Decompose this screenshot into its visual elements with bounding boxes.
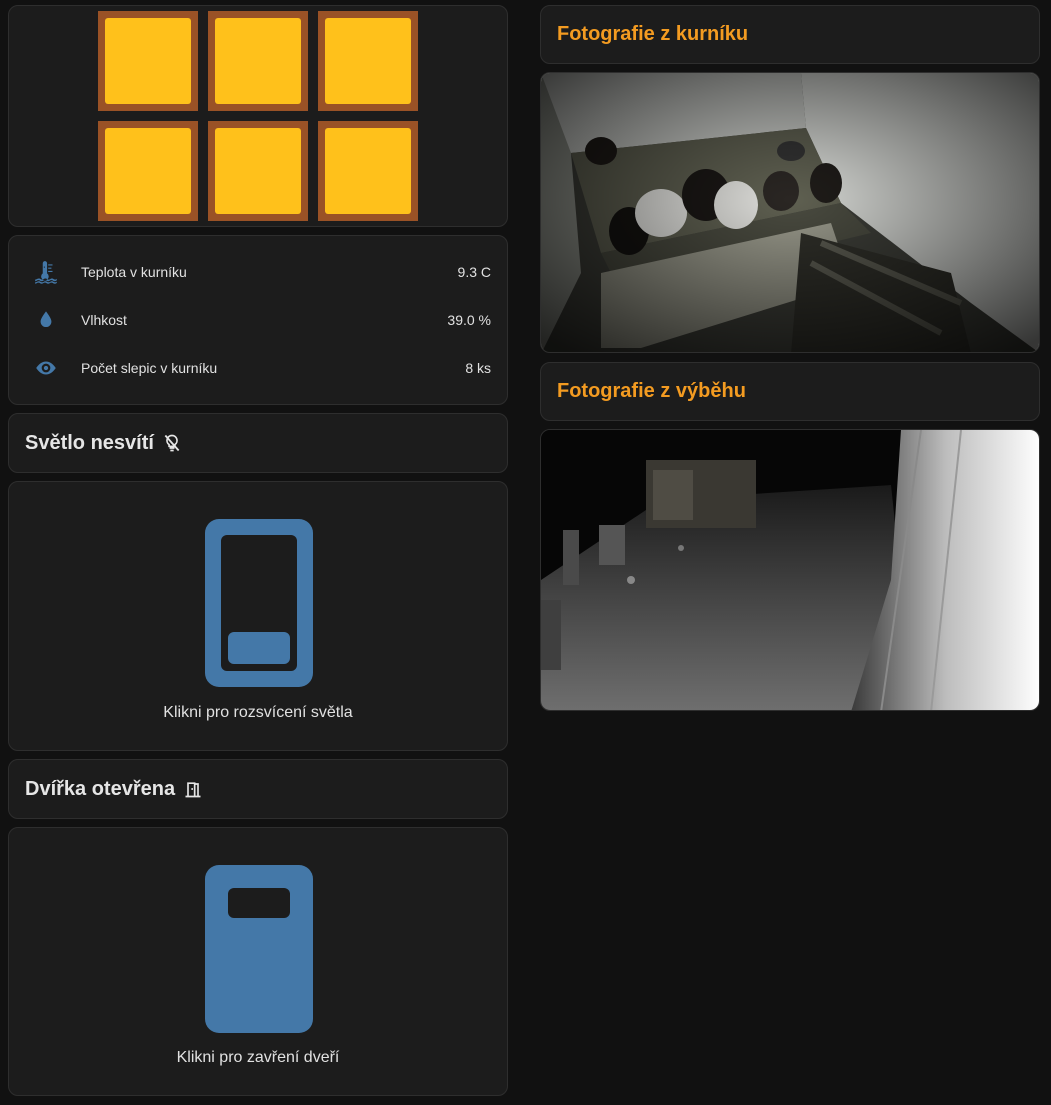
egg-slot [98,121,198,221]
sensor-label: Počet slepic v kurníku [81,360,218,376]
light-switch-off-icon [205,519,313,687]
light-status-title: Světlo nesvítí [25,431,154,454]
thermometer-water-icon [35,261,57,284]
egg-slot [318,11,418,111]
eye-icon [36,361,56,375]
sensor-label: Teplota v kurníku [81,264,187,280]
water-drop-icon [40,311,52,328]
door-button-caption: Klikni pro zavření dveří [176,1049,340,1066]
light-button-caption: Klikni pro rozsvícení světla [163,704,353,721]
coop-camera-image[interactable] [540,72,1040,353]
sensor-row-temperature[interactable]: Teplota v kurníku 9.3 C [9,248,507,296]
light-toggle-button[interactable]: Klikni pro rozsvícení světla [8,481,508,751]
run-photo-header: Fotografie z výběhu [540,362,1040,421]
coop-photo-title: Fotografie z kurníku [557,23,749,45]
door-toggle-button[interactable]: Klikni pro zavření dveří [8,827,508,1096]
door-status-card: Dvířka otevřena [8,759,508,819]
egg-slot [318,121,418,221]
sensor-value: 39.0 % [447,312,491,328]
run-photo-title: Fotografie z výběhu [557,380,746,402]
egg-grid-card [8,5,508,227]
coop-photo-header: Fotografie z kurníku [540,5,1040,64]
lightbulb-off-icon [164,434,180,452]
door-shutter-icon [205,865,313,1033]
sensor-label: Vlhkost [81,312,127,328]
door-status-title: Dvířka otevřena [25,777,176,800]
egg-slot [98,11,198,111]
sensor-value: 8 ks [465,360,491,376]
run-camera-image[interactable] [540,429,1040,711]
sensor-value: 9.3 C [457,264,491,280]
light-status-card: Světlo nesvítí [8,413,508,473]
sensor-row-humidity[interactable]: Vlhkost 39.0 % [9,296,507,344]
sensor-row-hen-count[interactable]: Počet slepic v kurníku 8 ks [9,344,507,392]
egg-slot [208,11,308,111]
egg-slot [208,121,308,221]
door-open-icon [185,782,201,798]
sensor-list-card: Teplota v kurníku 9.3 C Vlhkost 39.0 % P… [8,235,508,405]
